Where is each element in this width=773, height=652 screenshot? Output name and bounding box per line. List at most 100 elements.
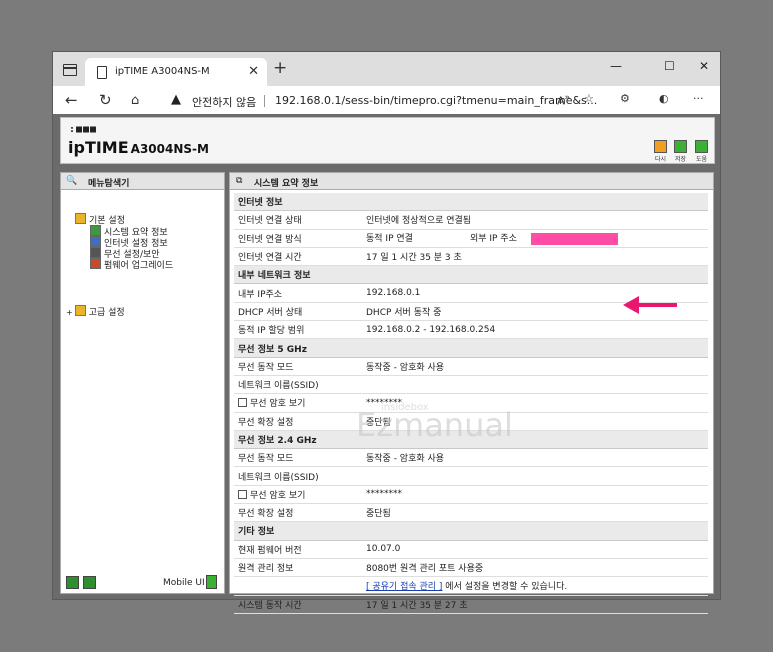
summary-title: 시스템 요약 정보 [254,179,319,189]
table-row: 인터넷 연결 시간 17 일 1 시간 35 분 3 초 [234,247,708,267]
home-icon[interactable]: ⌂ [131,93,139,108]
tab-actions-icon[interactable] [63,64,77,76]
wireless-icon [90,247,101,258]
watermark-small: insidebox [381,402,429,413]
row-label: 내부 IP주소 [234,283,362,303]
row-label: 무선 암호 보기 [234,393,362,413]
checkbox-label: 무선 암호 보기 [250,399,306,410]
row-value: 8080번 원격 관리 포트 사용중 [362,558,708,578]
table-row: 네트워크 이름(SSID) [234,375,708,395]
minimize-icon[interactable]: — [610,59,622,73]
menu-explorer-header: 🔍 메뉴탐색기 [61,173,224,190]
read-aloud-icon[interactable]: A» [557,92,570,108]
router-page: :■■■ ipTIME A3004NS-M 다시 저장 도움 🔍 메뉴탐색기 기본… [53,114,720,614]
favorite-icon[interactable]: ☆ [584,92,594,105]
row-value: 중단됨 [362,412,708,431]
browser-window: ipTIME A3004NS-M ✕ + — ☐ ✕ ← ↻ ⌂ ▲ 안전하지 … [53,52,720,614]
section-wireless-5ghz: 무선 정보 5 GHz [234,338,708,358]
logo-mark: :■■■ [69,124,98,135]
page-icon [97,66,107,79]
row-value: 17 일 1 시간 35 분 27 초 [362,595,708,614]
section-internet: 인터넷 정보 [234,193,708,212]
show-password-checkbox[interactable] [238,398,247,408]
section-header: 무선 정보 2.4 GHz [234,430,708,450]
home-icon[interactable] [66,576,79,589]
row-label: 인터넷 연결 시간 [234,247,362,267]
close-tab-icon[interactable]: ✕ [248,64,259,79]
row-label: 인터넷 연결 방식 [234,229,362,248]
summary-table: 인터넷 정보 인터넷 연결 상태 인터넷에 정상적으로 연결됨 인터넷 연결 방식… [234,193,708,614]
external-ip-label: 외부 IP 주소 [469,234,517,245]
window-icon: ⧉ [236,176,243,186]
router-header: :■■■ ipTIME A3004NS-M 다시 저장 도움 [60,117,715,164]
back-icon[interactable]: ← [65,91,78,109]
row-label: 네트워크 이름(SSID) [234,375,362,395]
row-label: 무선 확장 설정 [234,503,362,523]
table-row: 무선 암호 보기 ******** [234,393,708,413]
remote-access-link[interactable]: [ 공유기 접속 관리 ] [366,582,442,592]
row-label: 동적 IP 할당 범위 [234,320,362,340]
expand-icon[interactable]: + [66,308,73,317]
row-value: 인터넷에 정상적으로 연결됨 [362,210,708,230]
row-value: [ 공유기 접속 관리 ] 에서 설정을 변경할 수 있습니다. [362,576,708,596]
browser-tab[interactable]: ipTIME A3004NS-M ✕ [85,58,267,86]
row-label: 네트워크 이름(SSID) [234,466,362,486]
remote-note: 에서 설정을 변경할 수 있습니다. [442,582,568,593]
menu-advanced[interactable]: + 고급 설정 [66,305,125,318]
help-icon[interactable] [695,140,708,153]
close-window-icon[interactable]: ✕ [699,59,709,73]
more-icon[interactable]: ··· [693,92,704,105]
address-bar[interactable]: 192.168.0.1/sess-bin/timepro.cgi?tmenu=m… [275,94,597,107]
conn-method-value: 동적 IP 연결 [366,234,413,245]
row-label: 현재 펌웨어 버전 [234,540,362,559]
chart-icon [90,225,101,236]
system-summary-panel: ⧉ 시스템 요약 정보 인터넷 정보 인터넷 연결 상태 인터넷에 정상적으로 연… [229,172,714,614]
warning-icon[interactable]: ▲ [171,92,181,107]
sidebar-icon[interactable]: ◐ [659,92,669,105]
table-row: 무선 암호 보기 ******** [234,485,708,505]
folder-icon [74,305,86,316]
table-row: 무선 확장 설정 중단됨 [234,412,708,431]
row-value: 10.07.0 [362,540,708,559]
table-row: 무선 확장 설정 중단됨 [234,503,708,523]
extensions-icon[interactable]: ⚙ [620,92,630,105]
row-label: 시스템 동작 시간 [234,595,362,614]
row-value: 중단됨 [362,503,708,523]
row-value: ******** [362,485,708,505]
new-tab-icon[interactable]: + [273,58,287,78]
logout-icon[interactable] [83,576,96,589]
row-label: 인터넷 연결 상태 [234,210,362,230]
security-status[interactable]: 안전하지 않음 [192,94,256,110]
folder-icon [75,213,86,224]
firmware-icon [90,258,101,269]
row-label: DHCP 서버 상태 [234,302,362,322]
table-row: 인터넷 연결 방식 동적 IP 연결 외부 IP 주소 [234,229,708,248]
row-value [362,375,708,395]
show-password-checkbox[interactable] [238,489,247,499]
table-row: 네트워크 이름(SSID) [234,466,708,486]
summary-header: ⧉ 시스템 요약 정보 [230,173,713,190]
row-label [234,576,362,596]
row-value: 동작중 - 암호화 사용 [362,448,708,468]
save-icon[interactable] [674,140,687,153]
table-row: 무선 동작 모드 동작중 - 암호화 사용 [234,448,708,468]
refresh-icon[interactable]: ↻ [99,91,112,109]
row-value: 동적 IP 연결 외부 IP 주소 [362,229,708,248]
section-header: 기타 정보 [234,521,708,541]
menu-footer: Mobile UI [66,575,218,590]
network-icon [90,236,101,247]
menu-item-firmware[interactable]: 펌웨어 업그레이드 [90,258,173,271]
menu-advanced-label: 고급 설정 [88,308,125,318]
row-value: 192.168.0.2 - 192.168.0.254 [362,320,708,340]
menu-item-label: 펌웨어 업그레이드 [104,261,174,271]
table-row: 원격 관리 정보 8080번 원격 관리 포트 사용중 [234,558,708,578]
table-row: 현재 펌웨어 버전 10.07.0 [234,540,708,559]
reload-icon[interactable] [654,140,667,153]
menu-explorer: 🔍 메뉴탐색기 기본 설정 시스템 요약 정보 인터넷 설정 정보 무선 설정/… [60,172,225,594]
section-wireless-24ghz: 무선 정보 2.4 GHz [234,430,708,450]
maximize-icon[interactable]: ☐ [664,59,675,73]
save-label: 저장 [675,156,687,163]
mobile-ui-link[interactable]: Mobile UI [163,578,205,588]
mobile-icon[interactable] [206,575,217,589]
redacted-ip [530,232,618,245]
